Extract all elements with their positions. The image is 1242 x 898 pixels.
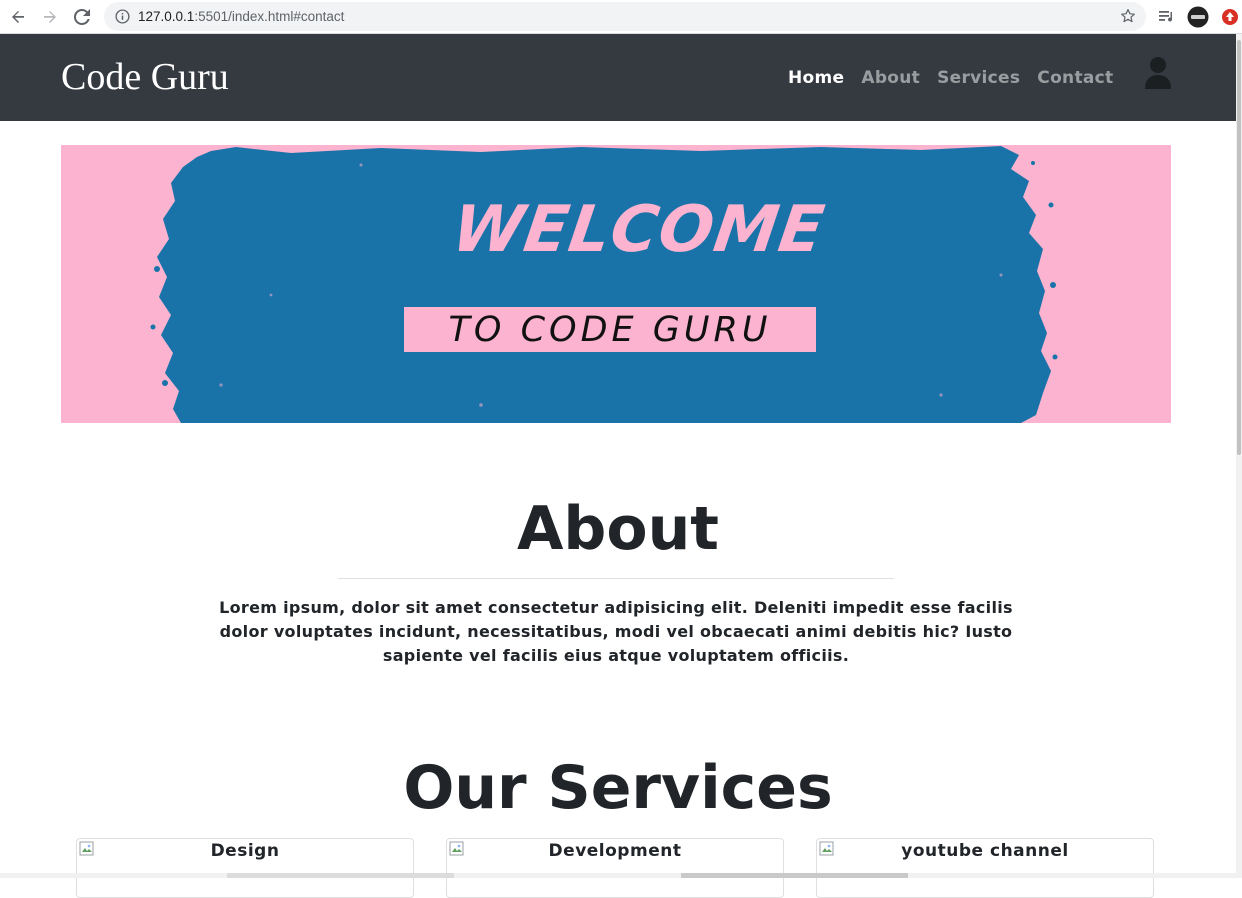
forward-arrow-icon[interactable] <box>38 5 62 29</box>
nav-item-services[interactable]: Services <box>937 68 1020 88</box>
reload-icon[interactable] <box>70 5 94 29</box>
brush-stroke-shape <box>150 146 1058 423</box>
nav-item-contact[interactable]: Contact <box>1037 68 1113 88</box>
service-card-development[interactable]: Development <box>446 838 784 898</box>
url-text: 127.0.0.1:5501/index.html#contact <box>138 9 345 24</box>
service-card-title: Design <box>210 841 280 861</box>
banner-tagline: TO CODE GURU <box>448 309 772 350</box>
welcome-banner: WELCOME TO CODE GURU <box>61 145 1171 423</box>
banner-tagline-box: TO CODE GURU <box>404 307 816 352</box>
nav-item-home[interactable]: Home <box>788 68 844 88</box>
browser-toolbar: 127.0.0.1:5501/index.html#contact <box>0 0 1242 34</box>
bookmark-star-icon[interactable] <box>1120 8 1136 24</box>
service-card-design[interactable]: Design <box>76 838 414 898</box>
scrollbar-segment <box>227 873 454 878</box>
extension-icon[interactable] <box>1219 6 1241 28</box>
services-heading: Our Services <box>403 753 833 823</box>
about-paragraph: Lorem ipsum, dolor sit amet consectetur … <box>219 598 1013 665</box>
address-bar[interactable]: 127.0.0.1:5501/index.html#contact <box>104 2 1146 31</box>
horizontal-scrollbar[interactable] <box>0 873 1236 878</box>
media-queue-icon[interactable] <box>1156 6 1178 28</box>
service-card-youtube[interactable]: youtube channel <box>816 838 1154 898</box>
user-icon[interactable] <box>1144 56 1172 90</box>
profile-avatar[interactable] <box>1187 6 1209 28</box>
site-navbar: Code Guru Home About Services Contact <box>0 34 1236 121</box>
service-card-title: Development <box>548 841 682 861</box>
about-divider <box>338 578 894 579</box>
back-arrow-icon[interactable] <box>6 5 30 29</box>
nav-menu: Home About Services Contact <box>788 66 1130 90</box>
page-scrollbar-thumb[interactable] <box>1237 40 1241 455</box>
brand-logo[interactable]: Code Guru <box>61 55 229 99</box>
site-info-icon[interactable] <box>114 8 130 24</box>
about-heading: About <box>516 494 719 564</box>
banner-headline: WELCOME <box>447 193 830 267</box>
service-card-title: youtube channel <box>901 841 1069 861</box>
nav-item-about[interactable]: About <box>861 68 920 88</box>
scrollbar-segment <box>681 873 908 878</box>
